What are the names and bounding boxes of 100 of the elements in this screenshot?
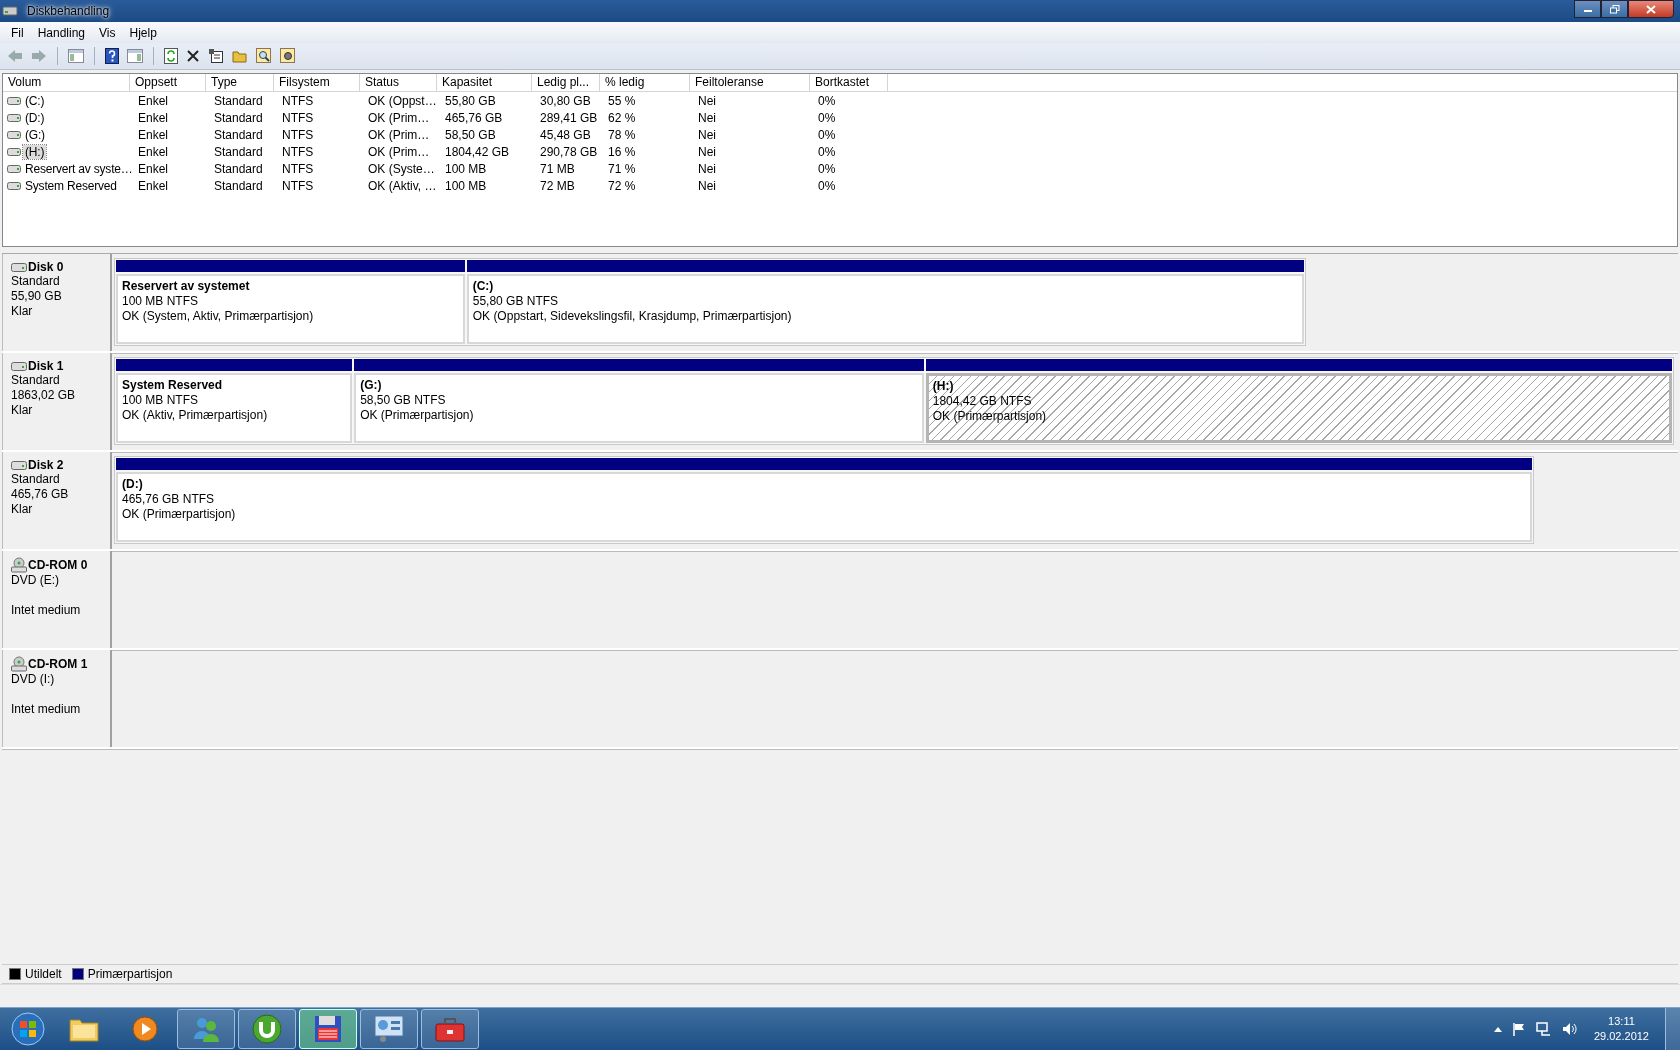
close-button[interactable] <box>1628 0 1674 18</box>
folder-icon <box>69 1016 99 1042</box>
partition-block[interactable]: (G:) 58,50 GB NTFS OK (Primærpartisjon) <box>354 373 924 443</box>
table-cell-text: 289,41 GB <box>539 110 599 125</box>
settings-icon <box>280 48 296 64</box>
table-cell-text: 30,80 GB <box>539 93 592 108</box>
disk-info: Standard <box>11 274 61 289</box>
document-icon <box>208 48 224 64</box>
show-hidden-icons-arrow-icon[interactable] <box>1493 1026 1502 1032</box>
partition-status: OK (Primærpartisjon) <box>360 408 474 423</box>
menu-item[interactable]: Vis <box>92 23 123 42</box>
column-header[interactable]: % ledig <box>600 74 690 91</box>
table-cell-text: Enkel <box>137 110 170 125</box>
column-header[interactable]: Bortkastet <box>810 74 888 91</box>
people-icon <box>191 1015 221 1043</box>
flag-icon[interactable] <box>1511 1022 1526 1036</box>
column-header[interactable]: Feiltoleranse <box>690 74 810 91</box>
column-header[interactable]: Status <box>360 74 437 91</box>
volume-name[interactable]: (D:) <box>23 110 47 125</box>
disk-name: CD-ROM 1 <box>28 657 88 671</box>
table-cell-text: NTFS <box>281 144 315 159</box>
table-cell-text: OK (Prim… <box>367 144 431 159</box>
volume-name[interactable]: (G:) <box>23 127 47 142</box>
clock-date: 29.02.2012 <box>1593 1029 1649 1044</box>
taskbar-app-button[interactable] <box>421 1009 479 1049</box>
partition-block[interactable]: Reservert av systemet 100 MB NTFS OK (System, Aktiv, Primærpartisjon) <box>116 274 465 344</box>
table-cell-text: Enkel <box>137 178 170 193</box>
drive-icon <box>7 181 21 190</box>
table-cell-text: 55 % <box>607 93 637 108</box>
refresh-button[interactable] <box>161 46 181 66</box>
drive-icon <box>7 113 21 122</box>
partition-block[interactable]: System Reserved 100 MB NTFS OK (Aktiv, Primærpartisjon) <box>116 373 353 443</box>
windows-logo-icon <box>11 1012 45 1046</box>
table-cell-text: Standard <box>213 161 264 176</box>
table-cell-text: Standard <box>213 127 264 142</box>
close-icon <box>186 49 200 63</box>
speaker-icon[interactable] <box>1561 1022 1578 1036</box>
cd-drive-icon <box>11 656 27 672</box>
disk-info: 1863,02 GB <box>11 388 77 403</box>
table-cell-text: Nei <box>697 178 717 193</box>
table-cell-text: 71 % <box>607 161 637 176</box>
column-header[interactable]: Oppsett <box>130 74 206 91</box>
menu-item[interactable]: Fil <box>4 23 31 42</box>
console-tree-button[interactable] <box>65 47 87 65</box>
column-header[interactable]: Type <box>206 74 274 91</box>
window-title: Diskbehandling <box>26 4 111 18</box>
partition-name: (C:) <box>472 279 494 294</box>
partition-block[interactable]: (C:) 55,80 GB NTFS OK (Oppstart, Sidevekslingsfil, Krasjdump, Primærpartisjon) <box>466 274 1304 344</box>
disk-info: 55,90 GB <box>11 289 63 304</box>
partition-size: 55,80 GB NTFS <box>472 294 559 309</box>
volume-name[interactable]: (C:) <box>23 93 47 108</box>
partition-size: 100 MB NTFS <box>122 294 199 309</box>
table-cell-text: OK (Aktiv, … <box>367 178 438 193</box>
table-cell-text: Enkel <box>137 161 170 176</box>
table-cell-text: Enkel <box>137 127 170 142</box>
table-cell-text: OK (Prim… <box>367 127 431 142</box>
disk-name: Disk 0 <box>28 260 64 274</box>
disk-info: Standard <box>11 472 61 487</box>
table-cell-text: Standard <box>213 110 264 125</box>
clock[interactable]: 13:11 29.02.2012 <box>1587 1014 1655 1044</box>
table-cell-text: 55,80 GB <box>444 93 497 108</box>
volume-name[interactable]: System Reserved <box>23 178 119 193</box>
minimize-button[interactable] <box>1574 0 1601 18</box>
search-icon <box>256 48 272 64</box>
help-icon <box>105 48 119 64</box>
taskbar-app-button[interactable] <box>238 1009 296 1049</box>
menu-item[interactable]: Hjelp <box>122 23 164 42</box>
partition-block[interactable]: (H:) 1804,42 GB NTFS OK (Primærpartisjon) <box>925 373 1672 443</box>
table-cell-text: 465,76 GB <box>444 110 504 125</box>
drive-icon <box>7 164 21 173</box>
partition-status: OK (Aktiv, Primærpartisjon) <box>122 408 268 423</box>
table-cell-text: 78 % <box>607 127 637 142</box>
volume-name[interactable]: Reservert av syste… <box>23 161 135 176</box>
help-button[interactable] <box>102 46 122 66</box>
partition-block[interactable]: (D:) 465,76 GB NTFS OK (Primærpartisjon) <box>116 472 1532 542</box>
menu-item[interactable]: Handling <box>30 23 93 42</box>
forward-arrow-icon <box>31 49 47 63</box>
column-header[interactable]: Filsystem <box>274 74 360 91</box>
show-desktop-button[interactable] <box>1665 1008 1680 1050</box>
column-header[interactable]: Ledig pl... <box>532 74 600 91</box>
network-icon[interactable] <box>1535 1022 1552 1036</box>
disk-info: DVD (E:) <box>11 573 60 588</box>
column-header[interactable]: Kapasitet <box>437 74 532 91</box>
partition-name: (D:) <box>122 477 143 492</box>
table-cell-text: NTFS <box>281 178 315 193</box>
taskbar-app-button[interactable] <box>177 1009 235 1049</box>
partition-status: OK (Primærpartisjon) <box>122 507 236 522</box>
table-cell-text: NTFS <box>281 161 315 176</box>
table-cell-text: 0% <box>817 161 837 176</box>
panel-icon <box>68 49 84 63</box>
play-icon <box>132 1016 158 1042</box>
drive-icon <box>7 96 21 105</box>
column-header[interactable]: Volum <box>3 74 130 91</box>
panel-icon <box>127 49 143 63</box>
volume-name[interactable]: (H:) <box>23 144 47 159</box>
maximize-button[interactable] <box>1601 0 1628 18</box>
disk-info: Intet medium <box>11 702 82 717</box>
partition-size: 100 MB NTFS <box>122 393 199 408</box>
taskbar-app-button[interactable] <box>360 1009 418 1049</box>
partition-name: (H:) <box>932 379 954 394</box>
